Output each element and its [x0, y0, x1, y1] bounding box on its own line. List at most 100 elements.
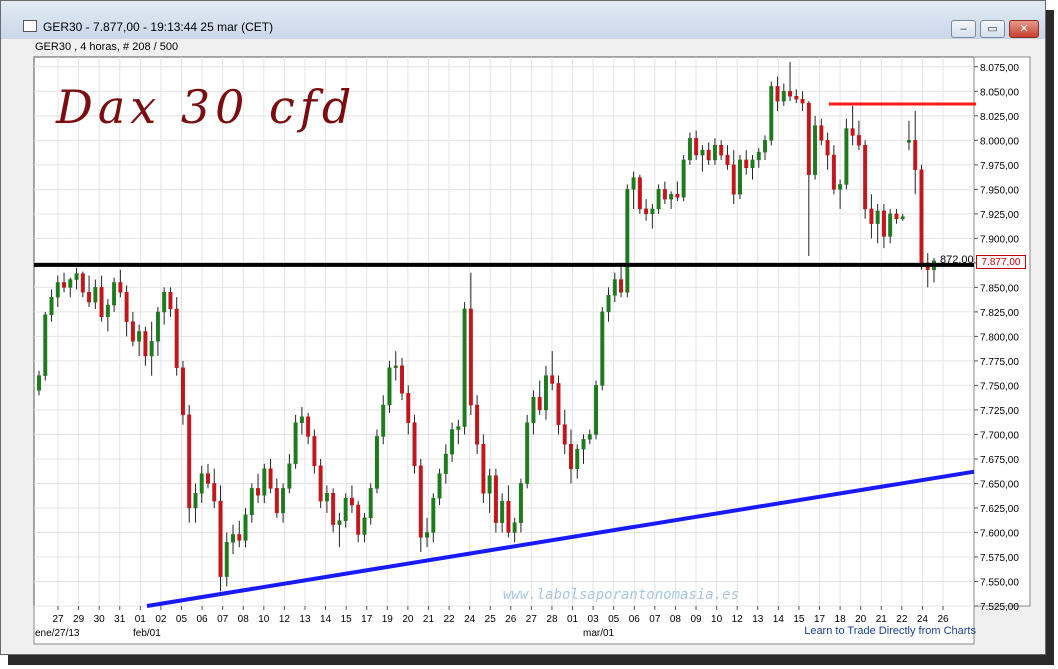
bull-candle: [293, 422, 298, 465]
bear-candle: [919, 169, 924, 264]
bear-candle: [80, 273, 85, 293]
bear-candle: [881, 210, 886, 237]
bull-candle: [587, 434, 592, 440]
bear-candle: [481, 443, 486, 494]
y-tick-label: 7.850,00: [980, 283, 1019, 294]
bear-candle: [506, 500, 511, 533]
bull-candle: [581, 439, 586, 450]
x-tick-label: 21: [423, 614, 435, 625]
bull-candle: [575, 448, 580, 469]
bull-candle: [193, 493, 198, 509]
bear-candle: [124, 292, 129, 322]
bull-candle: [149, 341, 154, 357]
bull-candle: [443, 453, 448, 474]
learn-to-trade-link[interactable]: Learn to Trade Directly from Charts: [804, 625, 976, 637]
bear-candle: [406, 393, 411, 423]
x-tick-label: 22: [443, 614, 455, 625]
bear-candle: [562, 424, 567, 445]
bear-candle: [550, 375, 555, 384]
bull-candle: [224, 542, 229, 577]
x-tick-label: 24: [917, 614, 929, 625]
bull-candle: [137, 331, 142, 342]
bull-candle: [199, 473, 204, 494]
bear-candle: [637, 177, 642, 210]
bear-candle: [212, 483, 217, 502]
bear-candle: [869, 208, 874, 224]
bull-candle: [543, 375, 548, 411]
bull-candle: [375, 436, 379, 489]
bull-candle: [262, 468, 267, 496]
x-tick-label: 18: [835, 614, 847, 625]
x-tick-label: 07: [217, 614, 229, 625]
bull-candle: [155, 311, 160, 342]
bear-candle: [706, 149, 711, 161]
bull-candle: [700, 149, 705, 156]
bull-candle: [74, 273, 79, 280]
bull-candle: [669, 194, 674, 200]
bull-candle: [875, 210, 880, 224]
bull-candle: [162, 292, 167, 313]
bear-candle: [894, 213, 899, 220]
y-tick-label: 7.700,00: [980, 430, 1019, 441]
bull-candle: [450, 429, 455, 455]
bull-candle: [343, 497, 348, 521]
bull-candle: [681, 159, 686, 198]
bear-candle: [306, 416, 311, 437]
x-tick-label: 20: [402, 614, 414, 625]
bull-candle: [287, 463, 292, 489]
bear-candle: [475, 404, 480, 445]
y-tick-label: 7.625,00: [980, 504, 1019, 515]
y-tick-label: 7.925,00: [980, 210, 1019, 221]
bear-candle: [143, 331, 148, 357]
bull-candle: [606, 294, 611, 313]
bear-candle: [794, 95, 799, 100]
bear-candle: [237, 534, 242, 541]
bear-candle: [819, 125, 824, 141]
bear-candle: [725, 154, 730, 166]
bull-candle: [687, 138, 692, 161]
bull-candle: [462, 308, 467, 427]
bear-candle: [788, 91, 793, 97]
y-tick-label: 7.800,00: [980, 332, 1019, 343]
bull-candle: [337, 520, 342, 525]
bull-candle: [888, 213, 893, 237]
y-tick-label: 8.000,00: [980, 136, 1019, 147]
x-tick-label: 08: [670, 614, 682, 625]
bull-candle: [456, 426, 461, 430]
x-tick-label: 05: [608, 614, 620, 625]
bull-candle: [900, 216, 905, 220]
bear-candle: [118, 282, 123, 293]
x-tick-label: 24: [464, 614, 476, 625]
y-tick-label: 7.725,00: [980, 406, 1019, 417]
y-tick-label: 7.775,00: [980, 357, 1019, 368]
bear-candle: [218, 500, 223, 577]
bull-candle: [750, 159, 755, 169]
y-tick-label: 7.525,00: [980, 602, 1019, 613]
x-tick-label: 13: [299, 614, 311, 625]
bull-candle: [518, 483, 523, 523]
x-tick-label: 06: [629, 614, 641, 625]
bear-candle: [831, 154, 836, 190]
bear-candle: [356, 504, 361, 535]
bear-candle: [850, 128, 855, 136]
bull-candle: [93, 287, 98, 303]
bull-candle: [243, 514, 248, 541]
x-tick-label: 07: [649, 614, 661, 625]
x-tick-label: 26: [937, 614, 949, 625]
x-tick-label: 25: [485, 614, 497, 625]
x-tick-label: 08: [238, 614, 250, 625]
y-tick-label: 7.575,00: [980, 553, 1019, 564]
y-tick-label: 7.675,00: [980, 455, 1019, 466]
bull-candle: [68, 279, 73, 288]
bear-candle: [800, 98, 805, 104]
bear-candle: [349, 497, 354, 506]
bull-candle: [425, 532, 430, 538]
bull-candle: [381, 404, 386, 437]
bull-candle: [437, 473, 442, 499]
bull-candle: [368, 488, 373, 519]
bull-candle: [299, 416, 304, 423]
x-tick-label: 06: [197, 614, 209, 625]
bull-candle: [37, 375, 41, 391]
bull-candle: [500, 500, 505, 523]
x-sublabel: mar/01: [583, 628, 615, 639]
